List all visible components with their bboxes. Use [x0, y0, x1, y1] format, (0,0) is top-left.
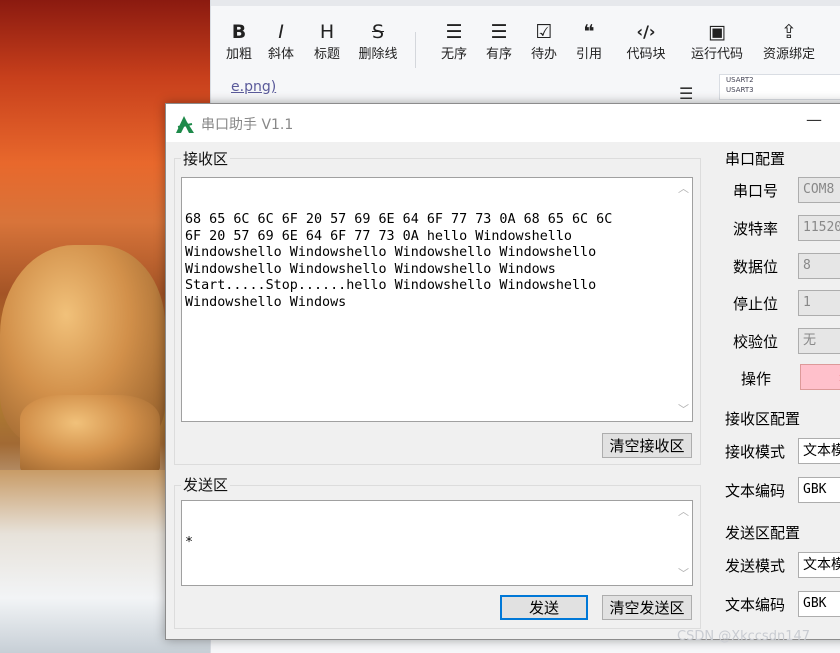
- strikethrough-icon: S: [371, 21, 385, 43]
- image-link-text[interactable]: e.png): [231, 79, 276, 95]
- receive-mode-select[interactable]: 文本模: [798, 438, 840, 464]
- rock-formation-small: [20, 395, 160, 475]
- action-label: 操作: [741, 370, 772, 388]
- clear-send-button[interactable]: 清空发送区: [602, 595, 692, 620]
- send-encoding-select[interactable]: GBK: [798, 591, 840, 617]
- thumb-line-2: USART3: [726, 86, 754, 94]
- send-textarea[interactable]: * ︿ ﹀: [181, 500, 693, 586]
- app-logo-icon: [176, 116, 194, 133]
- run-code-label: 运行代码: [690, 47, 743, 62]
- receive-encoding-label: 文本编码: [725, 482, 786, 500]
- stopbits-select[interactable]: 1: [798, 290, 840, 316]
- heading-icon: H: [319, 21, 335, 43]
- receive-scrollbar[interactable]: ︿ ﹀: [675, 178, 692, 421]
- minimize-button[interactable]: —: [802, 110, 826, 129]
- parity-select[interactable]: 无: [798, 328, 840, 354]
- receive-config-title: 接收区配置: [725, 410, 801, 428]
- baud-label: 波特率: [733, 220, 779, 238]
- toolbar-divider: [415, 32, 416, 68]
- serial-config-title: 串口配置: [725, 150, 786, 168]
- resource-bind-label: 资源绑定: [762, 47, 815, 62]
- send-encoding-label: 文本编码: [725, 596, 786, 614]
- receive-text: 68 65 6C 6C 6F 20 57 69 6E 64 6F 77 73 0…: [185, 212, 613, 310]
- preview-thumbnail: USART2 USART3: [719, 74, 840, 100]
- quote-label: 引用: [575, 47, 602, 62]
- editor-top-strip: [211, 0, 840, 6]
- code-block-icon: ‹/›: [636, 22, 656, 41]
- strikethrough-label: 删除线: [358, 47, 398, 62]
- receive-textarea[interactable]: 68 65 6C 6C 6F 20 57 69 6E 64 6F 77 73 0…: [181, 177, 693, 422]
- databits-select[interactable]: 8: [798, 253, 840, 279]
- outline-icon[interactable]: ☰: [679, 84, 693, 103]
- parity-label: 校验位: [733, 333, 779, 351]
- resource-bind-icon: ⇪: [781, 21, 797, 43]
- code-block-label: 代码块: [626, 47, 666, 62]
- heading-label: 标题: [313, 47, 340, 62]
- baud-select[interactable]: 11520: [798, 215, 840, 241]
- send-text: *: [185, 535, 194, 550]
- clear-receive-button[interactable]: 清空接收区: [602, 433, 692, 458]
- send-mode-label: 发送模式: [725, 557, 786, 575]
- run-code-button[interactable]: ▣ 运行代码: [689, 20, 745, 64]
- receive-group-label: 接收区: [181, 148, 231, 169]
- receive-mode-label: 接收模式: [725, 443, 786, 461]
- window-title: 串口助手 V1.1: [201, 117, 294, 133]
- code-block-button[interactable]: ‹/› 代码块: [618, 20, 674, 64]
- csdn-watermark: CSDN @Xkccsdn147: [677, 629, 811, 644]
- scroll-up-icon[interactable]: ︿: [675, 504, 692, 521]
- send-mode-select[interactable]: 文本模: [798, 552, 840, 578]
- open-close-button[interactable]: 关: [800, 364, 840, 390]
- serial-assistant-window: 串口助手 V1.1 — 接收区 68 65 6C 6C 6F 20 57 69 …: [165, 103, 840, 640]
- quote-icon: ❝: [583, 21, 595, 43]
- scroll-down-icon[interactable]: ﹀: [675, 402, 692, 419]
- resource-bind-button[interactable]: ⇪ 资源绑定: [761, 20, 817, 64]
- editor-toolbar: B 加粗 I 斜体 H 标题 S 删除线 ☰ 无序 ☰ 有序 ☑ 待办 ❝ 引用…: [211, 12, 840, 72]
- receive-encoding-select[interactable]: GBK: [798, 477, 840, 503]
- databits-label: 数据位: [733, 258, 779, 276]
- heading-button[interactable]: H 标题: [299, 20, 355, 64]
- send-config-title: 发送区配置: [725, 524, 801, 542]
- strikethrough-button[interactable]: S 删除线: [350, 20, 406, 64]
- send-scrollbar[interactable]: ︿ ﹀: [675, 501, 692, 585]
- scroll-up-icon[interactable]: ︿: [675, 181, 692, 198]
- stopbits-label: 停止位: [733, 295, 779, 313]
- send-button[interactable]: 发送: [500, 595, 588, 620]
- thumb-line-1: USART2: [726, 76, 754, 84]
- port-select[interactable]: COM8: [798, 177, 840, 203]
- send-group-label: 发送区: [181, 474, 231, 495]
- quote-button[interactable]: ❝ 引用: [561, 20, 617, 64]
- port-label: 串口号: [733, 182, 779, 200]
- window-titlebar[interactable]: 串口助手 V1.1 —: [166, 104, 840, 142]
- run-code-icon: ▣: [708, 21, 726, 43]
- scroll-down-icon[interactable]: ﹀: [675, 566, 692, 583]
